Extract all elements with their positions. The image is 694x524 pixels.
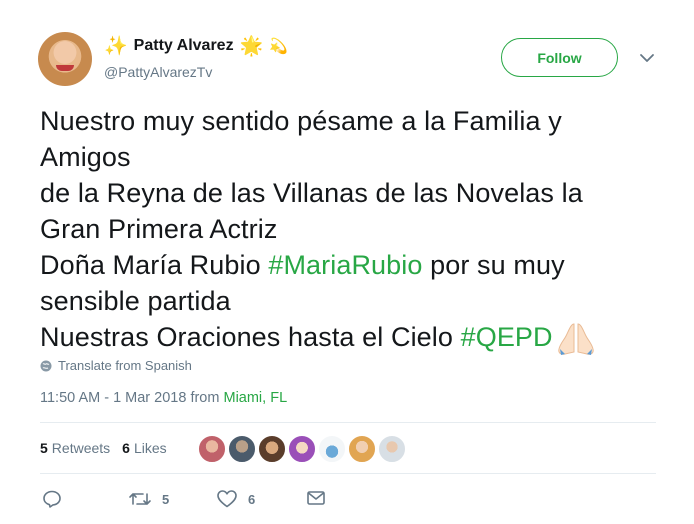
tweet-timestamp[interactable]: 11:50 AM - 1 Mar 2018 from [40, 390, 223, 406]
tweet-line: sensible partida [40, 286, 231, 316]
divider [40, 422, 656, 423]
reply-action[interactable] [42, 489, 62, 509]
display-name[interactable]: Patty Alvarez [134, 37, 234, 55]
sparkles-emoji: ✨ [104, 35, 128, 57]
reply-icon[interactable] [42, 489, 62, 509]
user-name-row[interactable]: ✨ Patty Alvarez 🌟 💫 [104, 35, 288, 57]
hashtag-link[interactable]: #MariaRubio [268, 250, 422, 280]
tweet-line: Gran Primera Actriz [40, 214, 278, 244]
user-avatar[interactable] [38, 32, 92, 86]
retweet-action[interactable]: 5 [128, 489, 169, 509]
tweet-location[interactable]: Miami, FL [223, 390, 287, 406]
tweet-text: Nuestro muy sentido pésame a la Familia … [40, 103, 640, 356]
liker-avatar[interactable] [198, 435, 226, 463]
retweet-count: 5 [162, 491, 170, 507]
liker-avatar[interactable] [288, 435, 316, 463]
tweet-stats: 5 Retweets 6 Likes [40, 440, 179, 456]
likes-label: Likes [133, 440, 167, 456]
tweet-text-segment: Nuestras Oraciones hasta el Cielo [40, 322, 461, 352]
tweet-actions: 5 6 [40, 489, 340, 511]
like-count: 6 [248, 491, 256, 507]
liker-avatar[interactable] [318, 435, 346, 463]
like-action[interactable]: 6 [216, 489, 255, 509]
retweet-icon[interactable] [128, 489, 152, 509]
globe-icon [40, 360, 52, 371]
user-handle[interactable]: @PattyAlvarezTv [104, 64, 212, 80]
divider [40, 473, 656, 474]
liker-avatar[interactable] [378, 435, 406, 463]
translate-link[interactable]: Translate from Spanish [40, 358, 192, 373]
liker-avatar[interactable] [228, 435, 256, 463]
likers-avatars [198, 435, 406, 463]
folded-hands-emoji [557, 323, 594, 355]
tweet-line: Doña María Rubio #MariaRubio por su muy [40, 247, 640, 283]
dizzy-emoji: 💫 [269, 37, 288, 55]
glowing-star-emoji: 🌟 [239, 35, 264, 57]
translate-label[interactable]: Translate from Spanish [58, 358, 192, 373]
tweet-line: Amigos [40, 142, 131, 172]
tweet-meta: 11:50 AM - 1 Mar 2018 from Miami, FL [40, 390, 287, 406]
follow-button[interactable]: Follow [501, 38, 618, 77]
tweet-line: Nuestras Oraciones hasta el Cielo #QEPD [40, 319, 640, 356]
likes-count: 6 [122, 440, 130, 456]
likes-stat[interactable]: 6 Likes [122, 440, 166, 456]
message-action[interactable] [306, 489, 326, 507]
chevron-down-icon[interactable] [639, 50, 655, 66]
heart-icon[interactable] [216, 489, 238, 509]
liker-avatar[interactable] [348, 435, 376, 463]
tweet-line: de la Reyna de las Villanas de las Novel… [40, 178, 583, 208]
hashtag-link[interactable]: #QEPD [461, 322, 553, 352]
tweet-line: Nuestro muy sentido pésame a la Familia … [40, 106, 562, 136]
retweets-count: 5 [40, 440, 48, 456]
tweet-text-segment: por su muy [422, 250, 565, 280]
retweets-label: Retweets [51, 440, 111, 456]
tweet-text-segment: Doña María Rubio [40, 250, 269, 280]
envelope-icon[interactable] [306, 489, 326, 507]
retweets-stat[interactable]: 5 Retweets [40, 440, 110, 456]
liker-avatar[interactable] [258, 435, 286, 463]
